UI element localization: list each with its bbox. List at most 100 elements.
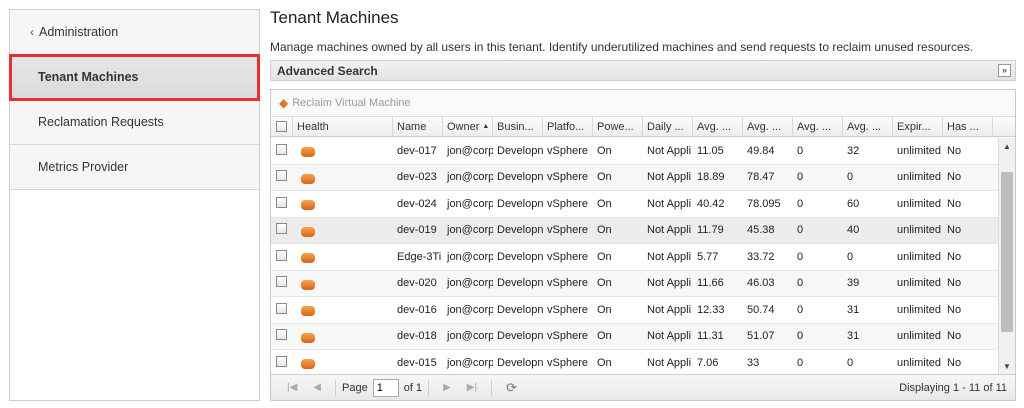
table-cell: Developn bbox=[497, 171, 543, 184]
table-row[interactable]: dev-019 jon@corp Developn vSphere On Not Appl… bbox=[271, 217, 999, 244]
column-header[interactable]: Health bbox=[293, 117, 393, 136]
reclaim-vm-button[interactable]: Reclaim Virtual Machine bbox=[292, 97, 410, 109]
table-cell: On bbox=[597, 330, 612, 343]
column-header[interactable]: Platfo... bbox=[543, 117, 593, 136]
table-cell: 40 bbox=[847, 224, 860, 237]
row-checkbox[interactable] bbox=[271, 196, 293, 211]
table-cell: 0 bbox=[797, 250, 804, 263]
table-row[interactable]: dev-023 jon@corp Developn vSphere On Not Appl… bbox=[271, 164, 999, 191]
column-header[interactable]: Name bbox=[393, 117, 443, 136]
table-cell: dev-024 bbox=[397, 197, 437, 210]
scroll-thumb[interactable] bbox=[1001, 172, 1013, 332]
column-header-label: Name bbox=[397, 120, 427, 133]
nav-item-tenant-machines[interactable]: Tenant Machines bbox=[9, 54, 260, 101]
table-cell: Not Appli bbox=[647, 144, 692, 157]
checkbox-box[interactable] bbox=[276, 196, 287, 208]
table-row[interactable]: dev-017 jon@corp Developn vSphere On Not Appl… bbox=[271, 138, 999, 165]
column-header[interactable]: Owner ▲ bbox=[443, 117, 493, 136]
row-checkbox[interactable] bbox=[271, 302, 293, 317]
table-cell: Developn bbox=[497, 144, 543, 157]
column-header[interactable]: Daily ... bbox=[643, 117, 693, 136]
prev-page-icon[interactable]: ◀ bbox=[313, 382, 321, 393]
table-cell: On bbox=[597, 224, 612, 237]
column-header[interactable]: Avg. ... bbox=[693, 117, 743, 136]
nav-item-label: Tenant Machines bbox=[38, 70, 139, 84]
table-cell: Not Appli bbox=[647, 250, 692, 263]
checkbox-box[interactable] bbox=[276, 276, 287, 288]
vm-health-icon bbox=[301, 200, 315, 211]
next-page-icon[interactable]: ▶ bbox=[443, 382, 451, 393]
nav-item-metrics-provider[interactable]: Metrics Provider bbox=[10, 145, 259, 190]
last-page-icon[interactable]: ▶| bbox=[467, 382, 477, 393]
vm-health-icon bbox=[301, 279, 315, 290]
checkbox-box[interactable] bbox=[276, 170, 287, 182]
table-cell: 51.07 bbox=[747, 330, 775, 343]
vm-health-icon bbox=[301, 306, 315, 317]
column-header[interactable]: Has ... bbox=[943, 117, 993, 136]
table-cell: No bbox=[947, 277, 962, 290]
refresh-icon[interactable]: ⟳ bbox=[506, 380, 517, 396]
table-cell: Developn bbox=[497, 303, 543, 316]
table-body: dev-017 jon@corp Developn vSphere On Not Appl… bbox=[271, 138, 999, 375]
table-cell: No bbox=[947, 303, 962, 316]
health-cell bbox=[293, 221, 393, 240]
row-checkbox[interactable] bbox=[271, 249, 293, 264]
row-checkbox[interactable] bbox=[271, 223, 293, 237]
scroll-up-icon[interactable]: ▲ bbox=[1003, 142, 1011, 151]
table-row[interactable]: Edge-3Ti jon@corp Developn vSphere On Not App… bbox=[271, 244, 999, 271]
column-header[interactable]: Avg. ... bbox=[743, 117, 793, 136]
row-checkbox[interactable] bbox=[271, 276, 293, 290]
table-cell: On bbox=[597, 144, 612, 157]
select-all-checkbox[interactable] bbox=[271, 117, 293, 136]
column-header-label: Powe... bbox=[597, 120, 634, 133]
table-row[interactable]: dev-018 jon@corp Developn vSphere On Not Appl… bbox=[271, 323, 999, 350]
row-checkbox[interactable] bbox=[271, 355, 293, 370]
checkbox-box[interactable] bbox=[276, 143, 287, 155]
column-header[interactable]: Busin... bbox=[493, 117, 543, 136]
checkbox-box[interactable] bbox=[276, 355, 287, 367]
row-checkbox[interactable] bbox=[271, 170, 293, 184]
vertical-scrollbar[interactable]: ▲ ▼ bbox=[998, 138, 1015, 375]
pager-divider bbox=[428, 379, 430, 396]
first-page-icon[interactable]: |◀ bbox=[287, 382, 297, 393]
table-cell: 7.06 bbox=[697, 356, 719, 369]
column-header[interactable]: Avg. ... bbox=[843, 117, 893, 136]
table-cell: 78.47 bbox=[747, 171, 775, 184]
table-cell: 0 bbox=[797, 303, 804, 316]
checkbox-box[interactable] bbox=[276, 223, 287, 235]
scroll-down-icon[interactable]: ▼ bbox=[1003, 362, 1011, 371]
page-number-input[interactable] bbox=[372, 378, 399, 397]
health-cell bbox=[293, 327, 393, 346]
table-row[interactable]: dev-024 jon@corp Developn vSphere On Not Appl… bbox=[271, 191, 999, 218]
table-cell: 11.31 bbox=[697, 330, 724, 343]
table-row[interactable]: dev-020 jon@corp Developn vSphere On Not Appl… bbox=[271, 270, 999, 297]
table-row[interactable]: dev-016 jon@corp Developn vSphere On Not Appl… bbox=[271, 297, 999, 324]
column-header-label: Avg. ... bbox=[697, 120, 732, 133]
table-cell: dev-023 bbox=[397, 171, 437, 184]
row-checkbox[interactable] bbox=[271, 143, 293, 158]
column-header-label: Avg. ... bbox=[747, 120, 782, 133]
column-header[interactable]: Powe... bbox=[593, 117, 643, 136]
nav-item-reclamation-requests[interactable]: Reclamation Requests bbox=[10, 100, 259, 145]
column-header[interactable]: Avg. ... bbox=[793, 117, 843, 136]
vm-health-icon bbox=[301, 226, 315, 237]
table-cell: Not Appli bbox=[647, 356, 692, 369]
nav-back-administration[interactable]: ‹ Administration bbox=[10, 10, 259, 55]
table-cell: 0 bbox=[797, 277, 804, 290]
table-cell: Not Appli bbox=[647, 303, 692, 316]
table-cell: unlimited bbox=[897, 303, 942, 316]
expand-icon[interactable]: » bbox=[998, 64, 1011, 77]
checkbox-box[interactable] bbox=[276, 249, 287, 261]
row-checkbox[interactable] bbox=[271, 329, 293, 343]
advanced-search-bar[interactable]: Advanced Search » bbox=[270, 60, 1016, 81]
vm-health-icon bbox=[301, 173, 315, 184]
checkbox-box[interactable] bbox=[276, 329, 287, 341]
checkbox-box[interactable] bbox=[276, 302, 287, 314]
table-cell: jon@corp bbox=[447, 171, 493, 184]
table-cell: No bbox=[947, 356, 962, 369]
column-header[interactable]: Expir... bbox=[893, 117, 943, 136]
checkbox-box[interactable] bbox=[276, 121, 287, 132]
table-row[interactable]: dev-015 jon@corp Developn vSphere On Not Appl… bbox=[271, 350, 999, 375]
table-cell: On bbox=[597, 356, 612, 369]
table-cell: vSphere bbox=[547, 277, 588, 290]
